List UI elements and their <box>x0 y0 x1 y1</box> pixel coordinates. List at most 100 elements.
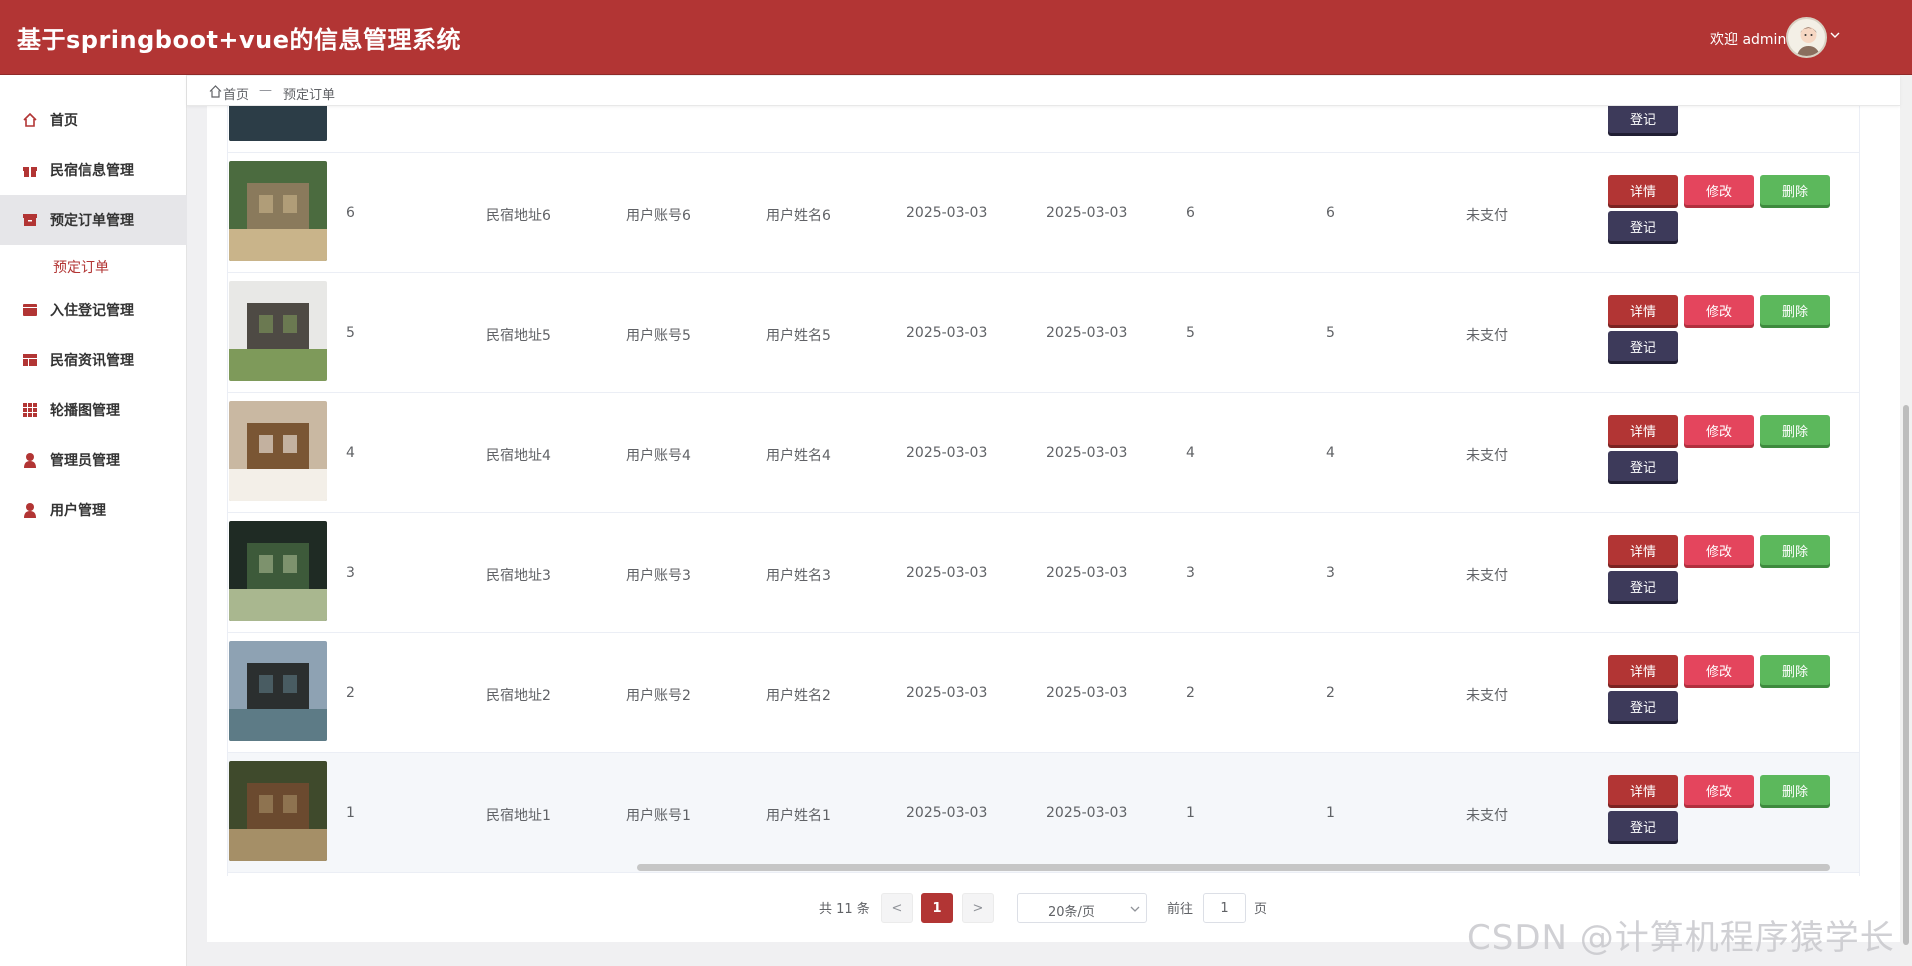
cell-address: 民宿地址6 <box>486 208 551 224</box>
cell-id: 5 <box>346 325 355 341</box>
breadcrumb-current: 预定订单 <box>283 88 336 103</box>
cell-id: 2 <box>346 685 355 701</box>
detail-button[interactable]: 详情 <box>1608 415 1678 445</box>
sidebar-item-news[interactable]: 民宿资讯管理 <box>0 335 187 385</box>
cell-count-b: 1 <box>1326 805 1335 821</box>
delete-button[interactable]: 删除 <box>1760 415 1830 445</box>
cell-date-end: 2025-03-03 <box>1046 205 1128 221</box>
cell-date-end: 2025-03-03 <box>1046 325 1128 341</box>
cell-id: 4 <box>346 445 355 461</box>
sidebar-item-booking-orders[interactable]: 预定订单管理 <box>0 195 187 245</box>
goto-page-input[interactable] <box>1203 893 1246 923</box>
page-number-button[interactable]: 1 <box>921 893 953 923</box>
cell-date-end: 2025-03-03 <box>1046 685 1128 701</box>
sidebar-item-home[interactable]: 首页 <box>0 95 187 145</box>
detail-button[interactable]: 详情 <box>1608 775 1678 805</box>
archive-icon <box>23 214 37 226</box>
avatar[interactable] <box>1786 17 1827 58</box>
user-icon <box>24 503 36 518</box>
sidebar-item-label: 轮播图管理 <box>50 403 120 419</box>
edit-button[interactable]: 修改 <box>1684 175 1754 205</box>
register-button[interactable]: 登记 <box>1608 811 1678 841</box>
table-row: 3 民宿地址3 用户账号3 用户姓名3 2025-03-03 2025-03-03 3 3 未支… <box>228 513 1859 633</box>
home-icon <box>23 112 37 127</box>
cell-count-b: 4 <box>1326 445 1335 461</box>
sidebar-subitem-label: 预定订单 <box>53 260 109 276</box>
cell-count-a: 3 <box>1186 565 1195 581</box>
sidebar-item-label: 管理员管理 <box>50 453 120 469</box>
cell-account: 用户账号2 <box>626 688 691 704</box>
folder-icon <box>23 304 37 316</box>
cell-date-end: 2025-03-03 <box>1046 565 1128 581</box>
register-button[interactable]: 登记 <box>1608 451 1678 481</box>
register-button[interactable]: 登记 <box>1608 691 1678 721</box>
sidebar-item-label: 预定订单管理 <box>50 213 134 229</box>
pagination-total: 共 11 条 <box>819 902 870 917</box>
delete-button[interactable]: 删除 <box>1760 295 1830 325</box>
edit-button[interactable]: 修改 <box>1684 295 1754 325</box>
cell-count-b: 2 <box>1326 685 1335 701</box>
delete-button[interactable]: 删除 <box>1760 655 1830 685</box>
cell-user-name: 用户姓名5 <box>766 328 831 344</box>
edit-button[interactable]: 修改 <box>1684 655 1754 685</box>
cell-user-name: 用户姓名1 <box>766 808 831 824</box>
next-page-button[interactable]: > <box>962 893 994 923</box>
cell-payment-status: 未支付 <box>1466 568 1508 584</box>
table-row: 6 民宿地址6 用户账号6 用户姓名6 2025-03-03 2025-03-03 6 6 未支… <box>228 153 1859 273</box>
cell-count-a: 2 <box>1186 685 1195 701</box>
breadcrumb-home[interactable]: 首页 <box>223 84 249 103</box>
sidebar-subitem-booking-order[interactable]: 预定订单 <box>0 245 187 285</box>
cell-date-start: 2025-03-03 <box>906 205 988 221</box>
sidebar-item-admins[interactable]: 管理员管理 <box>0 435 187 485</box>
register-button[interactable]: 登记 <box>1608 331 1678 361</box>
cell-count-a: 4 <box>1186 445 1195 461</box>
cell-date-start: 2025-03-03 <box>906 325 988 341</box>
delete-button[interactable]: 删除 <box>1760 175 1830 205</box>
cell-address: 民宿地址5 <box>486 328 551 344</box>
delete-button[interactable]: 删除 <box>1760 775 1830 805</box>
cell-account: 用户账号1 <box>626 808 691 824</box>
cell-date-end: 2025-03-03 <box>1046 805 1128 821</box>
homestay-thumbnail <box>229 106 327 141</box>
register-button[interactable]: 登记 <box>1608 106 1678 133</box>
cell-payment-status: 未支付 <box>1466 808 1508 824</box>
delete-button[interactable]: 删除 <box>1760 535 1830 565</box>
cell-user-name: 用户姓名4 <box>766 448 831 464</box>
sidebar-item-carousel[interactable]: 轮播图管理 <box>0 385 187 435</box>
horizontal-scrollbar[interactable] <box>637 864 1830 871</box>
page-size-value: 20条/页 <box>1048 905 1095 920</box>
cell-id: 1 <box>346 805 355 821</box>
detail-button[interactable]: 详情 <box>1608 295 1678 325</box>
edit-button[interactable]: 修改 <box>1684 535 1754 565</box>
table-row: 2 民宿地址2 用户账号2 用户姓名2 2025-03-03 2025-03-03 2 2 未支… <box>228 633 1859 753</box>
chevron-down-icon[interactable] <box>1830 30 1840 40</box>
sidebar-item-homestay-info[interactable]: 民宿信息管理 <box>0 145 187 195</box>
detail-button[interactable]: 详情 <box>1608 535 1678 565</box>
edit-button[interactable]: 修改 <box>1684 775 1754 805</box>
register-button[interactable]: 登记 <box>1608 571 1678 601</box>
homestay-thumbnail <box>229 281 327 381</box>
cell-id: 6 <box>346 205 355 221</box>
detail-button[interactable]: 详情 <box>1608 175 1678 205</box>
page-size-select[interactable]: 20条/页 <box>1017 893 1147 923</box>
register-button[interactable]: 登记 <box>1608 211 1678 241</box>
cell-account: 用户账号5 <box>626 328 691 344</box>
homestay-thumbnail <box>229 401 327 501</box>
vertical-scrollbar[interactable] <box>1900 75 1912 966</box>
app-title: 基于springboot+vue的信息管理系统 <box>17 26 462 54</box>
grid-icon <box>23 403 37 417</box>
detail-button[interactable]: 详情 <box>1608 655 1678 685</box>
vertical-scrollbar-thumb[interactable] <box>1903 405 1909 945</box>
cell-address: 民宿地址4 <box>486 448 551 464</box>
edit-button[interactable]: 修改 <box>1684 415 1754 445</box>
cell-date-start: 2025-03-03 <box>906 685 988 701</box>
cell-address: 民宿地址1 <box>486 808 551 824</box>
watermark: CSDN @计算机程序猿学长 <box>1467 918 1895 958</box>
cell-account: 用户账号3 <box>626 568 691 584</box>
cell-date-start: 2025-03-03 <box>906 805 988 821</box>
prev-page-button[interactable]: < <box>881 893 913 923</box>
sidebar-item-checkin[interactable]: 入住登记管理 <box>0 285 187 335</box>
sidebar-item-label: 入住登记管理 <box>50 303 134 319</box>
sidebar-item-users[interactable]: 用户管理 <box>0 485 187 535</box>
table-row: 1 民宿地址1 用户账号1 用户姓名1 2025-03-03 2025-03-03 1 1 未支… <box>228 753 1859 873</box>
